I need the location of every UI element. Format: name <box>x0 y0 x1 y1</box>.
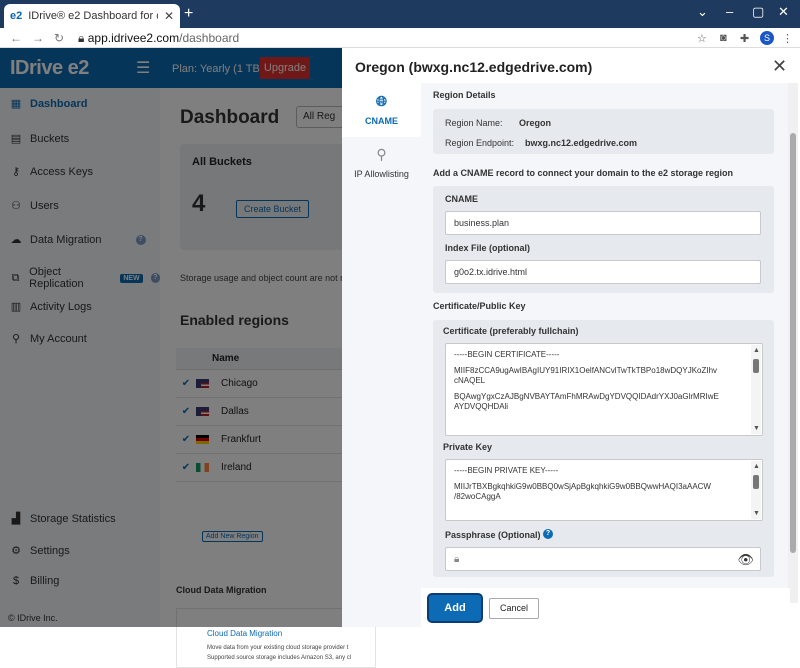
panel-tabs: 🌐︎ CNAME ⚲ IP Allowlisting <box>342 83 421 627</box>
private-key-line: /82woCAggA <box>454 492 501 501</box>
eye-slash-icon[interactable]: 👁︎ <box>737 552 754 568</box>
profile-avatar[interactable]: S <box>760 31 774 45</box>
region-name-value: Oregon <box>519 118 552 128</box>
textarea-scrollbar[interactable]: ▲ ▼ <box>751 461 761 519</box>
cname-input[interactable]: business.plan <box>445 211 761 235</box>
scroll-down-icon[interactable]: ▼ <box>753 425 760 432</box>
location-pin-icon: ⚲ <box>376 146 387 162</box>
url-domain: app.idrivee2.com <box>87 31 180 45</box>
certificate-line: cNAQEL <box>454 376 486 385</box>
scroll-thumb[interactable] <box>753 359 759 373</box>
menu-dots-icon[interactable]: ⋮ <box>782 32 793 45</box>
browser-tab[interactable]: e2 IDrive® e2 Dashboard for cloud ✕ <box>4 4 180 28</box>
reload-icon[interactable]: ↻ <box>54 31 64 45</box>
scroll-up-icon[interactable]: ▲ <box>753 463 760 470</box>
maximize-icon[interactable]: ▢ <box>752 4 764 20</box>
tab-ip-allowlisting[interactable]: ⚲ IP Allowlisting <box>342 137 421 627</box>
tab-cname[interactable]: 🌐︎ CNAME <box>342 93 421 137</box>
panel-title: Oregon (bwxg.nc12.edgedrive.com) <box>355 59 593 75</box>
minimize-icon[interactable]: – <box>726 4 733 19</box>
forward-icon[interactable]: → <box>32 31 44 45</box>
browser-tab-bar: e2 IDrive® e2 Dashboard for cloud ✕ + ⌄ … <box>0 0 800 28</box>
certificate-line: AYDVQQHDAli <box>454 402 509 411</box>
close-icon[interactable]: ✕ <box>772 56 787 77</box>
certificate-label: Certificate (preferably fullchain) <box>443 326 579 336</box>
url-path: /dashboard <box>179 31 240 45</box>
private-key-line: MIIJrTBXBgkqhkiG9w0BBQ0wSjApBgkqhkiG9w0B… <box>454 482 711 491</box>
private-key-line: -----BEGIN PRIVATE KEY----- <box>454 466 559 475</box>
url-field[interactable]: 🔒︎ app.idrivee2.com/dashboard <box>78 31 239 46</box>
bookmark-star-icon[interactable]: ☆ <box>697 32 707 45</box>
index-file-input-value: g0o2.tx.idrive.html <box>454 267 528 277</box>
certificate-section-heading: Certificate/Public Key <box>433 301 526 311</box>
cname-instruction: Add a CNAME record to connect your domai… <box>433 168 734 178</box>
certificate-line: BQAwgYgxCzAJBgNVBAYTAmFhMRAwDgYDVQQIDAdr… <box>454 392 719 401</box>
scroll-thumb[interactable] <box>790 133 796 553</box>
passphrase-input[interactable]: 🔒︎ 👁︎ <box>445 547 761 571</box>
panel-footer: Add Cancel <box>421 588 790 627</box>
private-key-label: Private Key <box>443 442 493 452</box>
extensions-icon[interactable]: ✚ <box>740 32 749 45</box>
certificate-line: MIIF8zCCA9ugAwIBAgIUY91IRIX1OelfANCvlTwT… <box>454 366 718 375</box>
tab-title: IDrive® e2 Dashboard for cloud <box>28 10 158 22</box>
certificate-box: Certificate (preferably fullchain) -----… <box>433 320 774 577</box>
scroll-thumb[interactable] <box>753 475 759 489</box>
lock-icon: 🔒︎ <box>78 31 88 45</box>
help-icon[interactable]: ? <box>543 529 553 539</box>
certificate-line: -----BEGIN CERTIFICATE----- <box>454 350 560 359</box>
scroll-up-icon[interactable]: ▲ <box>753 347 760 354</box>
cdm-description: Supported source storage includes Amazon… <box>207 655 352 661</box>
region-endpoint-label: Region Endpoint: <box>445 138 515 148</box>
textarea-scrollbar[interactable]: ▲ ▼ <box>751 345 761 434</box>
region-details-heading: Region Details <box>433 90 496 100</box>
cname-box: CNAME business.plan Index File (optional… <box>433 186 774 293</box>
tab-label: CNAME <box>365 116 398 126</box>
new-tab-icon[interactable]: + <box>184 6 193 22</box>
passphrase-label: Passphrase (Optional) <box>445 530 541 540</box>
lock-icon: 🔒︎ <box>454 554 460 565</box>
scroll-down-icon[interactable]: ▼ <box>753 510 760 517</box>
panel-scrollbar[interactable] <box>788 83 798 603</box>
cname-panel: Oregon (bwxg.nc12.edgedrive.com) ✕ 🌐︎ CNA… <box>342 48 800 627</box>
private-key-textarea[interactable]: -----BEGIN PRIVATE KEY----- MIIJrTBXBgkq… <box>445 459 763 521</box>
region-details-box: Region Name: Oregon Region Endpoint: bwx… <box>433 109 774 154</box>
cloud-data-migration-link[interactable]: Cloud Data Migration <box>207 629 282 638</box>
globe-icon: 🌐︎ <box>375 93 388 109</box>
chevron-down-icon[interactable]: ⌄ <box>697 4 708 20</box>
modal-backdrop[interactable] <box>0 48 342 88</box>
add-button[interactable]: Add <box>429 595 481 621</box>
favicon-icon: e2 <box>10 10 23 22</box>
close-tab-icon[interactable]: ✕ <box>164 9 174 23</box>
region-endpoint-value: bwxg.nc12.edgedrive.com <box>525 138 638 148</box>
camera-icon[interactable]: ◙ <box>720 32 727 44</box>
certificate-textarea[interactable]: -----BEGIN CERTIFICATE----- MIIF8zCCA9ug… <box>445 343 763 436</box>
index-file-label: Index File (optional) <box>445 243 530 253</box>
cname-input-value: business.plan <box>454 218 510 228</box>
cdm-description: Move data from your existing cloud stora… <box>207 645 349 651</box>
cancel-button[interactable]: Cancel <box>489 598 539 619</box>
tab-label: IP Allowlisting <box>354 169 409 179</box>
index-file-input[interactable]: g0o2.tx.idrive.html <box>445 260 761 284</box>
cname-label: CNAME <box>445 194 478 204</box>
region-name-label: Region Name: <box>445 118 503 128</box>
back-icon[interactable]: ← <box>10 31 22 45</box>
modal-backdrop[interactable] <box>0 88 342 627</box>
close-window-icon[interactable]: ✕ <box>778 4 789 20</box>
panel-body: Region Details Region Name: Oregon Regio… <box>421 83 790 603</box>
